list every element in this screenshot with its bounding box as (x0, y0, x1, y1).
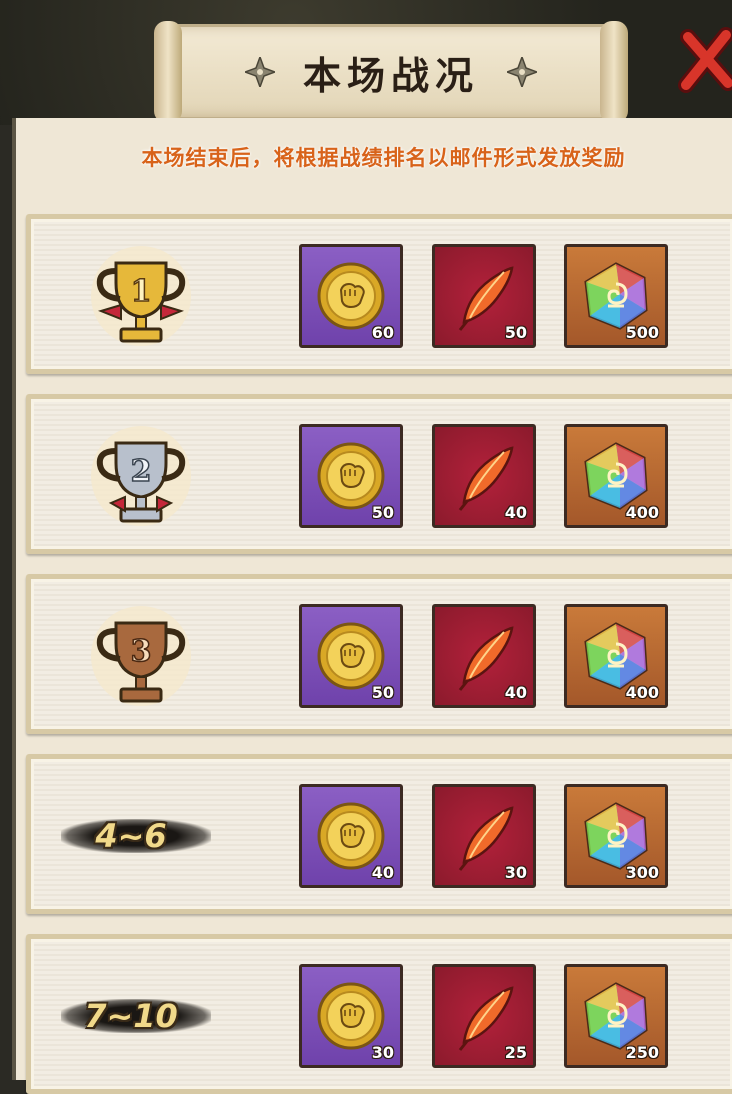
feather-icon (458, 986, 514, 1052)
coin-icon (317, 262, 385, 330)
feather-reward[interactable]: 50 (432, 244, 536, 348)
coin-icon (317, 442, 385, 510)
feather-reward[interactable]: 25 (432, 964, 536, 1068)
feather-icon (458, 626, 514, 692)
feather-quantity: 40 (504, 503, 527, 522)
coin-reward[interactable]: 50 (299, 604, 403, 708)
coin-quantity: 50 (371, 503, 394, 522)
feather-icon (458, 266, 514, 332)
gem-reward[interactable]: 400 (564, 604, 668, 708)
feather-icon (458, 806, 514, 872)
rank-badge: 3 (71, 591, 211, 721)
close-icon[interactable] (678, 25, 732, 95)
gem-icon (584, 802, 648, 870)
reward-row-rank-4-6: 4~6 40 30 300 (26, 754, 732, 914)
gem-quantity: 300 (625, 863, 659, 882)
shuriken-icon (507, 57, 537, 87)
gem-reward[interactable]: 250 (564, 964, 668, 1068)
feather-reward[interactable]: 40 (432, 424, 536, 528)
feather-quantity: 50 (504, 323, 527, 342)
gem-reward[interactable]: 400 (564, 424, 668, 528)
coin-quantity: 50 (371, 683, 394, 702)
gem-icon (584, 262, 648, 330)
gem-icon (584, 622, 648, 690)
reward-row-rank-1: 1 60 50 500 (26, 214, 732, 374)
rank-label: 3 (131, 634, 152, 669)
reward-row-rank-3: 3 50 40 400 (26, 574, 732, 734)
feather-reward[interactable]: 30 (432, 784, 536, 888)
feather-icon (458, 446, 514, 512)
coin-quantity: 30 (371, 1043, 394, 1062)
rank-label: 7~10 (84, 997, 178, 1035)
title-scroll: 本场战况 (154, 21, 628, 123)
rank-badge: 7~10 (61, 951, 211, 1081)
coin-quantity: 40 (371, 863, 394, 882)
rank-label: 2 (131, 454, 152, 489)
feather-reward[interactable]: 40 (432, 604, 536, 708)
gem-reward[interactable]: 500 (564, 244, 668, 348)
trophy-icon: 3 (91, 606, 191, 706)
gem-quantity: 250 (625, 1043, 659, 1062)
reward-row-rank-7-10: 7~10 30 25 250 (26, 934, 732, 1094)
rank-label: 1 (131, 274, 152, 309)
coin-icon (317, 802, 385, 870)
coin-reward[interactable]: 40 (299, 784, 403, 888)
gem-quantity: 400 (625, 503, 659, 522)
reward-row-rank-2: 2 50 40 400 (26, 394, 732, 554)
feather-quantity: 30 (504, 863, 527, 882)
shuriken-icon (244, 57, 275, 87)
close-button[interactable] (676, 20, 732, 100)
reward-notice: 本场结束后，将根据战绩排名以邮件形式发放奖励 (141, 146, 626, 170)
rank-badge: 2 (71, 411, 211, 541)
trophy-icon: 1 (91, 246, 191, 346)
feather-quantity: 40 (504, 683, 527, 702)
gem-icon (584, 982, 648, 1050)
gem-icon (584, 442, 648, 510)
feather-quantity: 25 (504, 1043, 527, 1062)
coin-icon (317, 622, 385, 690)
gem-quantity: 500 (625, 323, 659, 342)
rank-badge: 4~6 (61, 771, 211, 901)
trophy-icon: 2 (91, 426, 191, 526)
coin-icon (317, 982, 385, 1050)
rank-badge: 1 (71, 231, 211, 361)
rank-label: 4~6 (95, 817, 167, 855)
coin-reward[interactable]: 50 (299, 424, 403, 528)
gem-reward[interactable]: 300 (564, 784, 668, 888)
gem-quantity: 400 (625, 683, 659, 702)
coin-reward[interactable]: 30 (299, 964, 403, 1068)
rewards-panel: 本场结束后，将根据战绩排名以邮件形式发放奖励 1 60 50 500 2 50 … (12, 118, 732, 1094)
coin-reward[interactable]: 60 (299, 244, 403, 348)
page-title: 本场战况 (302, 53, 479, 98)
coin-quantity: 60 (371, 323, 394, 342)
